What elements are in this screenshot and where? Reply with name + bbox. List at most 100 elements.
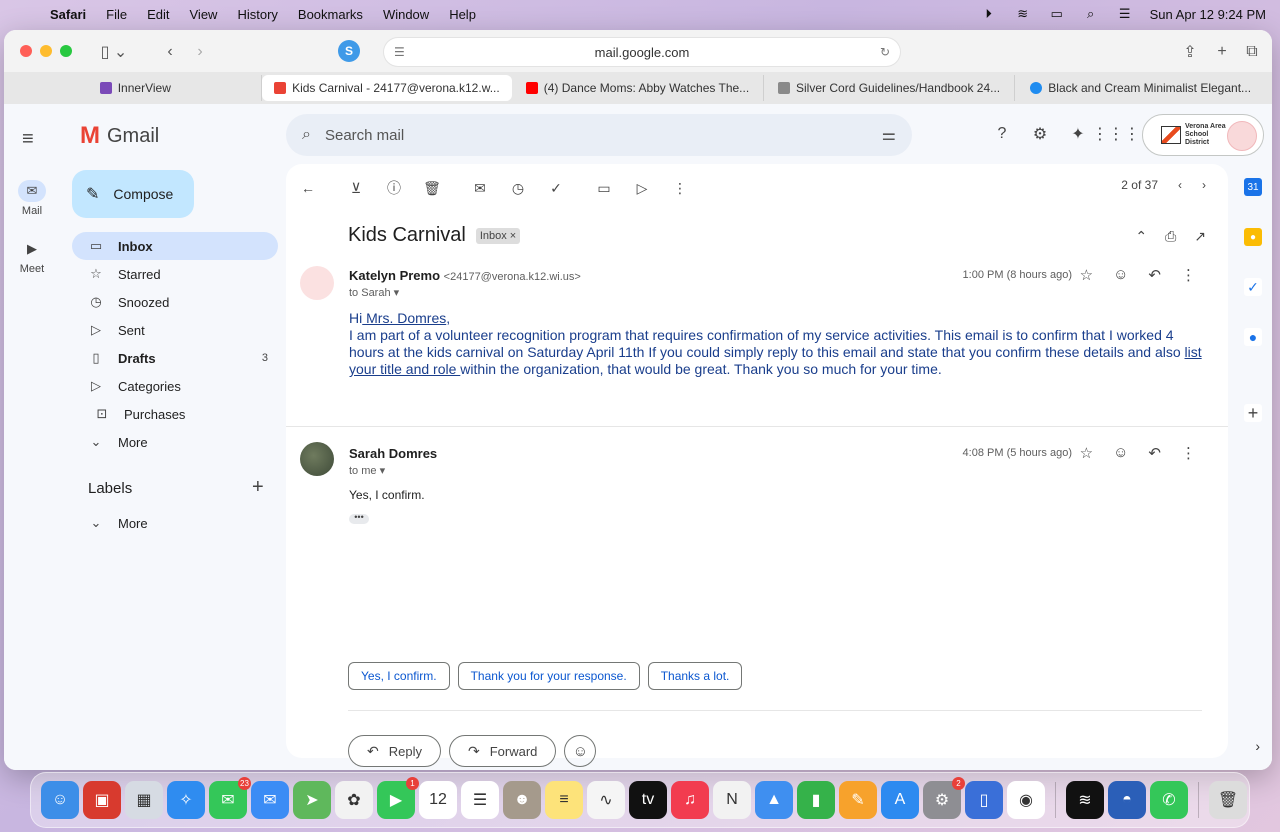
archive-icon[interactable]: ⊻ — [346, 178, 366, 198]
tab-innerview[interactable]: InnerView — [10, 75, 262, 101]
back-icon[interactable]: ‹ — [158, 40, 182, 64]
dock-phone-icon[interactable]: ✆ — [1150, 781, 1188, 819]
calendar-icon[interactable]: 31 — [1244, 178, 1262, 196]
more-vert-icon[interactable]: ⋮ — [670, 178, 690, 198]
apps-grid-icon[interactable]: ⋮⋮⋮ — [1092, 124, 1140, 144]
avatar[interactable] — [300, 442, 334, 476]
menu-window[interactable]: Window — [383, 7, 429, 22]
dock-launchpad-icon[interactable]: ▦ — [125, 781, 163, 819]
close-window-button[interactable] — [20, 45, 32, 57]
dock-reminders-icon[interactable]: ☰ — [461, 781, 499, 819]
sender-name[interactable]: Sarah Domres — [349, 446, 437, 461]
labels-more-item[interactable]: ⌄ More — [72, 509, 278, 537]
address-bar[interactable]: ☰ mail.google.com ↻ — [384, 38, 900, 66]
reply-icon[interactable]: ↶ — [1148, 444, 1161, 462]
move-to-icon[interactable]: ▭ — [594, 178, 614, 198]
more-vert-icon[interactable]: ⋮ — [1181, 444, 1196, 462]
sender-name[interactable]: Katelyn Premo <24177@verona.k12.wi.us> — [349, 268, 581, 283]
smart-reply-button[interactable]: Thank you for your response. — [457, 662, 640, 690]
dock-photos-icon[interactable]: ✿ — [335, 781, 373, 819]
tab-canva[interactable]: Black and Cream Minimalist Elegant... — [1015, 75, 1266, 101]
sidebar-item-purchases[interactable]: ⊡ Purchases — [72, 400, 278, 428]
smart-reply-button[interactable]: Yes, I confirm. — [348, 662, 450, 690]
search-icon[interactable]: ⌕ — [302, 126, 311, 144]
dock-notes-icon[interactable]: ≡ — [545, 781, 583, 819]
forward-button[interactable]: ↷ Forward — [448, 735, 557, 767]
emoji-reaction-icon[interactable]: ☺ — [1113, 266, 1128, 284]
dock-apple-tv-icon[interactable]: tv — [629, 781, 667, 819]
battery-icon[interactable]: ▭ — [1048, 6, 1066, 21]
dock-pages-icon[interactable]: ✎ — [839, 781, 877, 819]
dock-maps-icon[interactable]: ➤ — [293, 781, 331, 819]
reload-icon[interactable]: ↻ — [880, 45, 890, 59]
search-bar[interactable]: ⌕ Search mail ⚌ — [286, 114, 912, 156]
forward-icon[interactable]: › — [188, 40, 212, 64]
rail-mail[interactable]: ✉ Mail — [10, 180, 54, 217]
dock-safari-icon[interactable]: ✧ — [167, 781, 205, 819]
recipient-details[interactable]: to Sarah ▾ — [349, 286, 399, 299]
add-task-icon[interactable]: ✓ — [546, 178, 566, 198]
menu-app-safari[interactable]: Safari — [50, 7, 86, 22]
show-side-panel-chevron-icon[interactable]: › — [1255, 738, 1260, 754]
mark-unread-icon[interactable]: ✉ — [470, 178, 490, 198]
dock-calendar-icon[interactable]: 12 — [419, 781, 457, 819]
dock-trash-icon[interactable]: 🗑 — [1209, 781, 1247, 819]
gemini-sparkle-icon[interactable]: ✦ — [1068, 124, 1088, 144]
open-new-window-icon[interactable]: ↗ — [1194, 228, 1206, 245]
control-center-icon[interactable]: ☰ — [1116, 6, 1134, 21]
tab-youtube[interactable]: (4) Dance Moms: Abby Watches The... — [512, 75, 764, 101]
chevron-left-icon[interactable]: ‹ — [1178, 178, 1182, 192]
extension-s-icon[interactable]: S — [338, 40, 360, 62]
chevron-right-icon[interactable]: › — [1202, 178, 1206, 192]
emoji-reaction-button[interactable]: ☺ — [564, 735, 597, 767]
contacts-icon[interactable]: ● — [1244, 328, 1262, 346]
search-options-icon[interactable]: ⚌ — [882, 125, 896, 145]
rail-meet[interactable]: ▶ Meet — [10, 238, 54, 275]
recipient-details[interactable]: to me ▾ — [349, 464, 385, 477]
dock-spotify-icon[interactable]: ≋ — [1066, 781, 1104, 819]
dock-system-settings-icon[interactable]: ⚙ 2 — [923, 777, 965, 819]
reply-button[interactable]: ↶ Reply — [348, 735, 441, 767]
gmail-logo[interactable]: M Gmail — [80, 122, 159, 150]
dock-simulator-icon[interactable]: ▯ — [965, 781, 1003, 819]
dock-app-store-icon[interactable]: A — [881, 781, 919, 819]
dock-news-icon[interactable]: N — [713, 781, 751, 819]
sidebar-item-inbox[interactable]: ▭ Inbox — [72, 232, 278, 260]
gear-icon[interactable]: ⚙ — [1030, 124, 1050, 144]
minimize-window-button[interactable] — [40, 45, 52, 57]
menu-file[interactable]: File — [106, 7, 127, 22]
show-trimmed-content-button[interactable]: ••• — [349, 513, 369, 524]
label-icon[interactable]: ▷ — [632, 178, 652, 198]
tab-overview-icon[interactable]: ⧉ — [1240, 40, 1264, 64]
dock-music-icon[interactable]: ♫ — [671, 781, 709, 819]
dock-numbers-icon[interactable]: ▮ — [797, 781, 835, 819]
dock-keynote-icon[interactable]: ▲ — [755, 781, 793, 819]
sidebar-item-more[interactable]: ⌄ More — [72, 428, 278, 456]
dock-screen-app-icon[interactable]: ◓ — [1108, 781, 1146, 819]
wifi-icon[interactable]: ≋ — [1014, 6, 1032, 21]
new-tab-icon[interactable]: + — [1210, 40, 1234, 64]
search-input[interactable]: Search mail — [325, 127, 404, 144]
create-label-plus-icon[interactable]: + — [252, 476, 264, 499]
play-icon[interactable]: ⏵ — [980, 6, 998, 21]
smart-reply-button[interactable]: Thanks a lot. — [647, 662, 743, 690]
tasks-icon[interactable]: ✓ — [1244, 278, 1262, 296]
help-icon[interactable]: ? — [992, 124, 1012, 144]
tab-silver-cord[interactable]: Silver Cord Guidelines/Handbook 24... — [764, 75, 1016, 101]
avatar[interactable] — [300, 266, 334, 300]
emoji-reaction-icon[interactable]: ☺ — [1113, 444, 1128, 462]
greeting-link[interactable]: Mrs. Domres — [362, 310, 446, 326]
dock-messages-icon[interactable]: ✉ 23 — [209, 777, 251, 819]
menu-bookmarks[interactable]: Bookmarks — [298, 7, 363, 22]
menu-view[interactable]: View — [190, 7, 218, 22]
page-menu-icon[interactable]: ☰ — [394, 45, 405, 59]
inbox-label-chip[interactable]: Inbox × — [475, 227, 521, 244]
dock-contacts-icon[interactable]: ☻ — [503, 781, 541, 819]
avatar[interactable] — [1227, 121, 1257, 151]
reply-icon[interactable]: ↶ — [1148, 266, 1161, 284]
main-menu-icon[interactable]: ≡ — [22, 128, 34, 151]
more-vert-icon[interactable]: ⋮ — [1181, 266, 1196, 284]
dock-photo-booth-icon[interactable]: ▣ — [83, 781, 121, 819]
snooze-icon[interactable]: ◷ — [508, 178, 528, 198]
collapse-all-icon[interactable]: ⌃ — [1135, 228, 1147, 245]
